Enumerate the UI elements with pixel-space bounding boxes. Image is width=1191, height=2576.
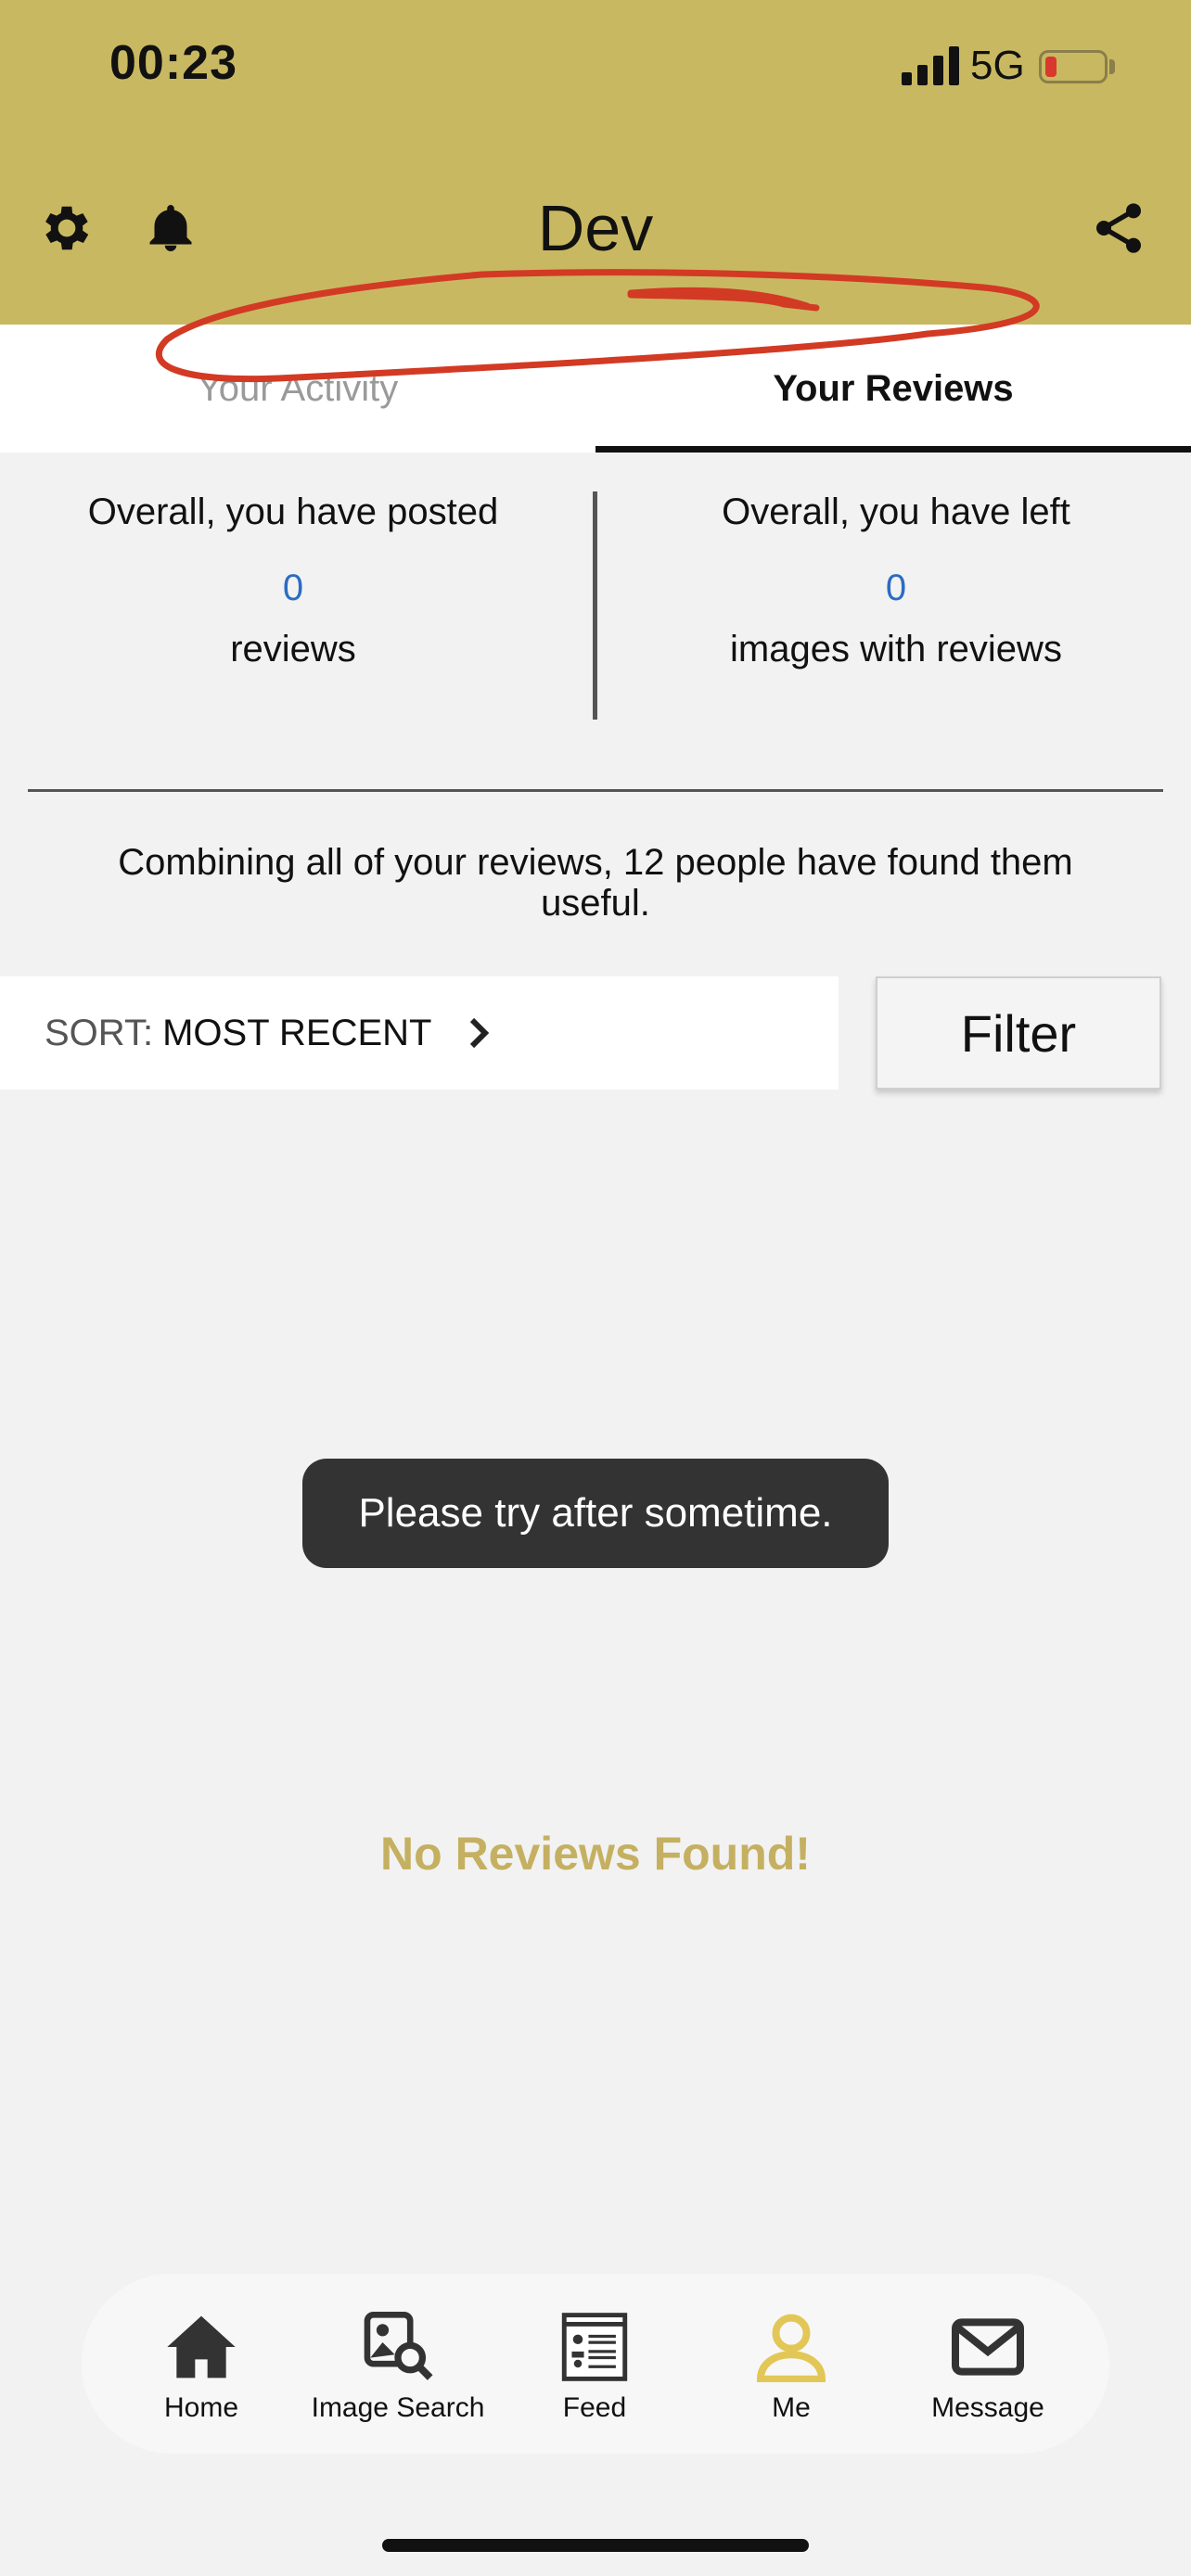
nav-message-label: Message xyxy=(931,2392,1044,2423)
status-time: 00:23 xyxy=(109,36,237,90)
nav-message[interactable]: Message xyxy=(895,2307,1081,2424)
nav-me[interactable]: Me xyxy=(698,2307,884,2424)
sort-selector[interactable]: SORT: MOST RECENT xyxy=(0,976,839,1090)
nav-feed-label: Feed xyxy=(562,2392,627,2423)
empty-state-text: No Reviews Found! xyxy=(380,1828,811,1880)
person-icon xyxy=(754,2307,828,2387)
chevron-right-icon xyxy=(467,1016,491,1050)
network-label: 5G xyxy=(970,43,1025,88)
annotation-scribble xyxy=(155,269,1040,383)
posted-count[interactable]: 0 xyxy=(33,547,553,629)
mail-icon xyxy=(951,2307,1025,2387)
feed-icon xyxy=(561,2307,628,2387)
left-stats: Overall, you have left 0 images with rev… xyxy=(636,491,1156,670)
posted-unit: reviews xyxy=(230,629,356,670)
active-tab-indicator xyxy=(596,446,1191,453)
nav-image-search[interactable]: Image Search xyxy=(305,2307,491,2424)
stats-divider xyxy=(593,491,597,720)
battery-tip xyxy=(1109,59,1115,74)
nav-home-label: Home xyxy=(163,2392,239,2423)
section-divider xyxy=(28,789,1163,792)
posted-stats: Overall, you have posted 0 reviews xyxy=(33,491,553,670)
nav-image-search-label: Image Search xyxy=(311,2392,485,2423)
combined-usefulness-text: Combining all of your reviews, 12 people… xyxy=(118,842,1073,924)
left-unit: images with reviews xyxy=(730,629,1062,670)
sort-label: SORT: xyxy=(45,1012,154,1053)
nav-me-label: Me xyxy=(772,2392,811,2423)
posted-intro: Overall, you have posted xyxy=(87,491,499,532)
nav-home[interactable]: Home xyxy=(109,2307,294,2424)
nav-feed[interactable]: Feed xyxy=(502,2307,687,2424)
toast-message: Please try after sometime. xyxy=(302,1459,889,1568)
left-intro: Overall, you have left xyxy=(722,491,1070,532)
home-icon xyxy=(164,2307,238,2387)
signal-icon xyxy=(902,46,959,85)
left-count[interactable]: 0 xyxy=(636,547,1156,629)
home-indicator xyxy=(382,2539,809,2552)
filter-button[interactable]: Filter xyxy=(876,976,1161,1090)
image-search-icon xyxy=(361,2307,435,2387)
sort-value: MOST RECENT xyxy=(162,1012,432,1053)
battery-icon xyxy=(1039,50,1108,83)
